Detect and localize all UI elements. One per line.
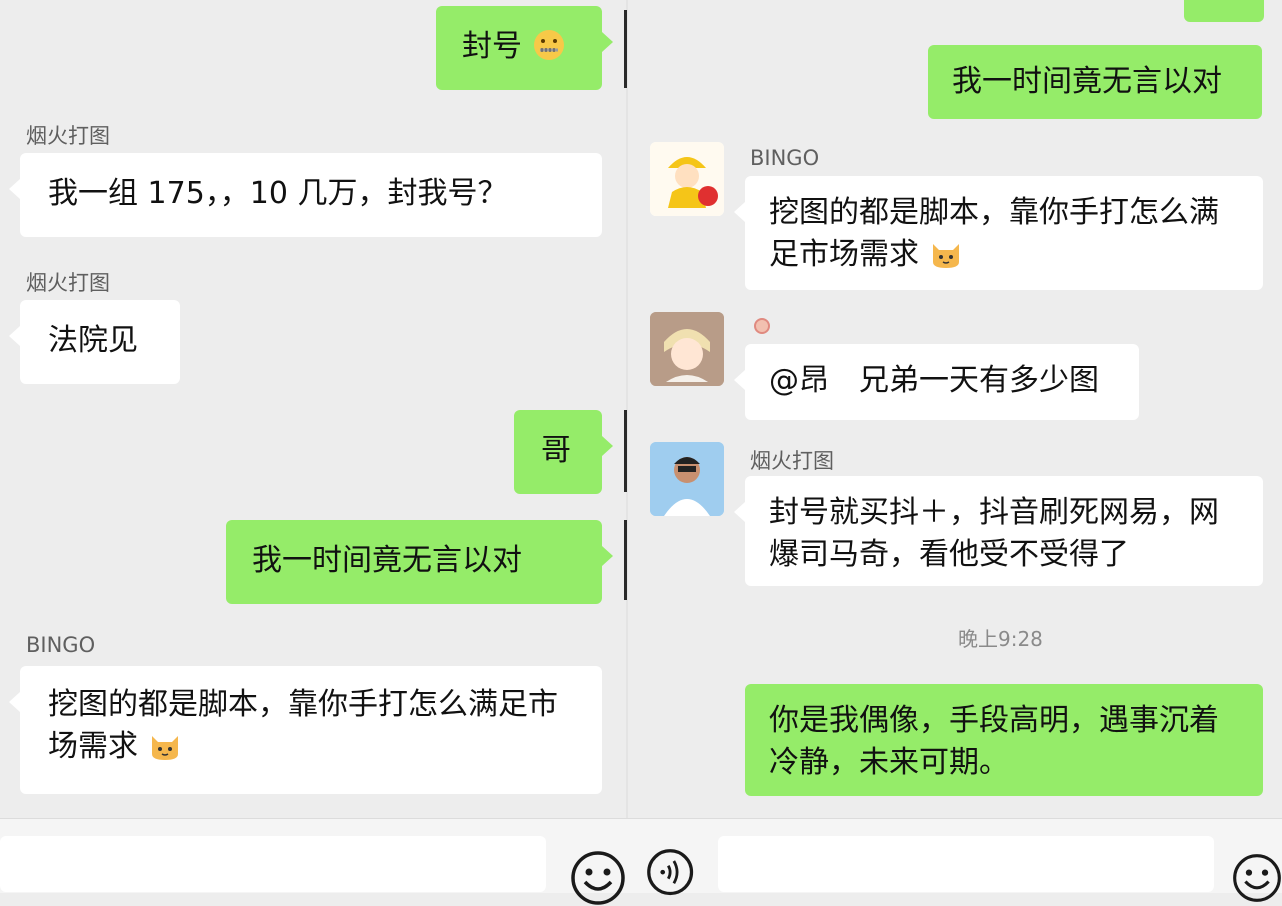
message-text: 哥 (541, 433, 571, 468)
message-bubble-received[interactable]: 挖图的都是脚本，靠你手打怎么满足市场需求 (734, 176, 1263, 290)
message-text: 挖图的都是脚本，靠你手打怎么满足市场需求 (769, 195, 1219, 272)
avatar[interactable] (650, 312, 724, 386)
message-text: 我一组 175，，10 几万，封我号？ (48, 176, 508, 211)
voice-icon[interactable] (646, 848, 698, 900)
message-text: 你是我偶像，手段高明，遇事沉着冷静，未来可期。 (769, 703, 1219, 780)
message-text: 法院见 (48, 323, 138, 358)
message-text: @昂 兄弟一天有多少图 (769, 363, 1099, 398)
message-bubble-received[interactable]: @昂 兄弟一天有多少图 (734, 344, 1139, 420)
message-bubble-received[interactable]: 我一组 175，，10 几万，封我号？ (9, 153, 602, 237)
message-text: 封号就买抖＋，抖音刷死网易，网爆司马奇，看他受不受得了 (769, 495, 1219, 572)
message-input[interactable] (718, 836, 1214, 892)
cat-sticker-icon (932, 244, 959, 268)
message-text: 我一时间竟无言以对 (952, 64, 1222, 99)
timestamp: 晚上9:28 (958, 627, 1043, 651)
cat-sticker-icon (151, 736, 178, 760)
message-bubble-sent[interactable]: 我一时间竟无言以对 (928, 45, 1262, 119)
message-bubble-sent[interactable] (1184, 0, 1264, 22)
sender-name: 烟火打图 (26, 271, 110, 295)
zipper-mouth-emoji-icon (533, 30, 564, 60)
message-bubble-sent[interactable]: 我一时间竟无言以对 (226, 520, 613, 604)
message-bubble-received[interactable]: 挖图的都是脚本，靠你手打怎么满足市场需求 (9, 666, 602, 794)
right-chat-panel: 我一时间竟无言以对 BINGO 挖图的都是脚本，靠你手打怎么满足市场需求 @昂 (628, 0, 1282, 892)
message-bubble-sent[interactable]: 你是我偶像，手段高明，遇事沉着冷静，未来可期。 (745, 684, 1263, 796)
panel-divider (624, 10, 627, 88)
sender-name-emoji (754, 318, 770, 334)
panel-divider (624, 410, 627, 492)
message-bubble-sent[interactable]: 哥 (514, 410, 613, 494)
message-bubble-sent[interactable]: 封号 (436, 6, 613, 90)
avatar[interactable] (650, 442, 724, 516)
left-chat-panel: 封号 烟火打图 我一组 175，，10 几万，封我号？ 烟火打图 法院见 哥 我… (0, 0, 626, 892)
avatar[interactable] (650, 142, 724, 216)
sender-name: BINGO (750, 146, 820, 170)
message-bubble-received[interactable]: 法院见 (9, 300, 180, 384)
sender-name: 烟火打图 (26, 124, 110, 148)
emoji-icon[interactable] (570, 850, 626, 906)
message-text: 挖图的都是脚本，靠你手打怎么满足市场需求 (48, 687, 558, 764)
message-bubble-received[interactable]: 封号就买抖＋，抖音刷死网易，网爆司马奇，看他受不受得了 (734, 476, 1263, 586)
emoji-icon[interactable] (1232, 850, 1282, 906)
message-input[interactable] (0, 836, 546, 892)
sender-name: 烟火打图 (750, 449, 834, 473)
message-text: 我一时间竟无言以对 (252, 543, 522, 578)
message-text: 封号 (462, 29, 522, 64)
sender-name: BINGO (26, 633, 96, 657)
panel-divider (624, 520, 627, 600)
